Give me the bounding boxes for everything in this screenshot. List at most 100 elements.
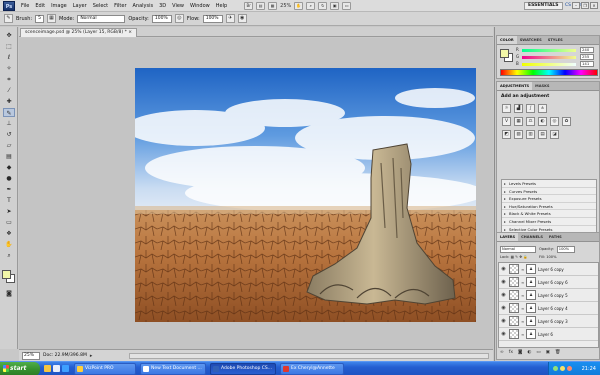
menu-select[interactable]: Select	[90, 0, 111, 12]
path-selection-tool-icon[interactable]: ➤	[3, 207, 15, 216]
shape-tool-icon[interactable]: ▭	[3, 218, 15, 227]
minimize-icon[interactable]: –	[572, 2, 580, 9]
photo-filter-icon[interactable]: ◎	[550, 117, 559, 126]
hue-saturation-icon[interactable]: ▦	[514, 117, 523, 126]
tab-channels[interactable]: CHANNELS	[518, 233, 546, 241]
document-tab[interactable]: scenceimage.psd @ 25% (Layer 15, RGB/8) …	[20, 28, 138, 37]
folder-icon[interactable]	[44, 365, 51, 372]
menu-3d[interactable]: 3D	[156, 0, 169, 12]
link-layers-icon[interactable]: ∞	[500, 350, 504, 355]
close-icon[interactable]: ×	[590, 2, 598, 9]
levels-icon[interactable]: ▟	[514, 104, 523, 113]
flow-input[interactable]: 100%	[202, 14, 223, 23]
gradient-map-icon[interactable]: ▤	[538, 130, 547, 139]
menu-file[interactable]: File	[18, 0, 32, 12]
move-tool-icon[interactable]: ✥	[3, 31, 15, 40]
layer-mask-thumbnail[interactable]: ♟	[526, 329, 536, 339]
show-desktop-icon[interactable]	[53, 365, 60, 372]
quick-selection-tool-icon[interactable]: ✧	[3, 64, 15, 73]
fill-value[interactable]: 100%	[546, 255, 556, 259]
pressure-size-icon[interactable]: ◉	[237, 14, 247, 23]
menu-image[interactable]: Image	[48, 0, 70, 12]
add-mask-icon[interactable]: ◙	[518, 350, 522, 355]
taskbar-item-chat[interactable]: Ex Cheryl@Annette	[280, 363, 344, 375]
close-tab-icon[interactable]: ×	[128, 30, 132, 35]
pen-tool-icon[interactable]: ✒	[3, 185, 15, 194]
tab-adjustments[interactable]: ADJUSTMENTS	[497, 82, 533, 90]
vibrance-icon[interactable]: V	[502, 117, 511, 126]
mini-bridge-icon[interactable]: ▤	[256, 1, 266, 10]
black-white-icon[interactable]: ◐	[538, 117, 547, 126]
brush-tool-icon[interactable]: ✎	[3, 108, 15, 117]
new-layer-icon[interactable]: ▣	[546, 350, 550, 355]
blend-mode-select[interactable]: Normal	[500, 245, 536, 253]
restore-icon[interactable]: ❐	[581, 2, 589, 9]
menu-view[interactable]: View	[169, 0, 187, 12]
type-tool-icon[interactable]: T	[3, 196, 15, 205]
start-button[interactable]: start	[0, 362, 40, 375]
menu-help[interactable]: Help	[213, 0, 230, 12]
horizontal-scrollbar[interactable]	[129, 353, 489, 359]
preset-black-white[interactable]: ▸ Black & White Presets	[502, 210, 596, 218]
layer-row[interactable]: ◉ ∞ ♟ Layer 6 copy 6	[499, 276, 598, 289]
blur-tool-icon[interactable]: ◆	[3, 163, 15, 172]
tab-masks[interactable]: MASKS	[532, 82, 552, 90]
volume-icon[interactable]	[560, 366, 565, 371]
preset-channel-mixer[interactable]: ▸ Channel Mixer Presets	[502, 218, 596, 226]
foreground-color-swatch[interactable]	[2, 270, 11, 279]
tab-paths[interactable]: PATHS	[546, 233, 565, 241]
status-zoom-input[interactable]: 25%	[22, 351, 40, 360]
tab-styles[interactable]: STYLES	[545, 36, 566, 44]
layer-row[interactable]: ◉ ∞ ♟ Layer 6 copy 5	[499, 289, 598, 302]
taskbar-item-photoshop[interactable]: Adobe Photoshop CS...	[210, 363, 276, 375]
layer-row[interactable]: ◉ ∞ ♟ Layer 6 copy 4	[499, 302, 598, 315]
red-value-input[interactable]: 240	[580, 47, 594, 53]
blue-value-input[interactable]: 141	[580, 61, 594, 67]
tab-swatches[interactable]: SWATCHES	[517, 36, 545, 44]
pressure-opacity-icon[interactable]: ◎	[174, 14, 184, 23]
layer-opacity-input[interactable]: 100%	[556, 245, 575, 253]
preset-curves[interactable]: ▸ Curves Presets	[502, 188, 596, 196]
layer-row[interactable]: ◉ ∞ ♟ Layer 6 copy 3	[499, 315, 598, 328]
document-canvas-area[interactable]	[19, 38, 493, 349]
brightness-contrast-icon[interactable]: ☼	[502, 104, 511, 113]
taskbar-item-notepad[interactable]: New Text Document ...	[140, 363, 206, 375]
green-slider[interactable]	[522, 56, 576, 59]
color-panel-foreground-swatch[interactable]	[500, 49, 509, 58]
delete-layer-icon[interactable]: 🗑	[555, 350, 561, 355]
layer-row[interactable]: ◉ ∞ ♟ Layer 6 copy	[499, 263, 598, 276]
zoom-tool-icon[interactable]: ⌕	[3, 251, 15, 260]
rotate-view-icon[interactable]: ↻	[318, 1, 328, 10]
eye-icon[interactable]: ◉	[500, 305, 507, 312]
threshold-icon[interactable]: ▥	[526, 130, 535, 139]
taskbar-item-vizpoint[interactable]: VizPoint PRO	[74, 363, 136, 375]
security-icon[interactable]	[567, 366, 572, 371]
layer-mask-thumbnail[interactable]: ♟	[526, 316, 536, 326]
layer-row[interactable]: ◉ ∞ ♟ Layer 6	[499, 328, 598, 341]
zoom-level-display[interactable]: 25%	[280, 3, 291, 9]
exposure-icon[interactable]: ±	[538, 104, 547, 113]
layer-mask-thumbnail[interactable]: ♟	[526, 303, 536, 313]
menu-filter[interactable]: Filter	[111, 0, 129, 12]
browser-icon[interactable]	[62, 365, 69, 372]
airbrush-icon[interactable]: ✈	[225, 14, 235, 23]
artwork-canvas[interactable]	[135, 68, 476, 322]
color-spectrum-ramp[interactable]	[500, 69, 598, 76]
layer-mask-thumbnail[interactable]: ♟	[526, 290, 536, 300]
marquee-tool-icon[interactable]: ⬚	[3, 42, 15, 51]
hand-tool-icon[interactable]: ✋	[294, 1, 304, 10]
menu-window[interactable]: Window	[187, 0, 213, 12]
tab-color[interactable]: COLOR	[497, 36, 517, 44]
brush-tool-preset-icon[interactable]: ✎	[4, 14, 13, 23]
curves-icon[interactable]: ∫	[526, 104, 535, 113]
channel-mixer-icon[interactable]: ✿	[562, 117, 571, 126]
layer-style-icon[interactable]: fx	[509, 350, 513, 355]
gradient-tool-icon[interactable]: ▤	[3, 152, 15, 161]
hand-tool-icon[interactable]: ✋	[3, 240, 15, 249]
invert-icon[interactable]: ◩	[502, 130, 511, 139]
eye-icon[interactable]: ◉	[500, 318, 507, 325]
workspace-switcher[interactable]: ESSENTIALS	[524, 2, 563, 10]
color-balance-icon[interactable]: ⚖	[526, 117, 535, 126]
eye-icon[interactable]: ◉	[500, 266, 507, 273]
menu-analysis[interactable]: Analysis	[130, 0, 157, 12]
